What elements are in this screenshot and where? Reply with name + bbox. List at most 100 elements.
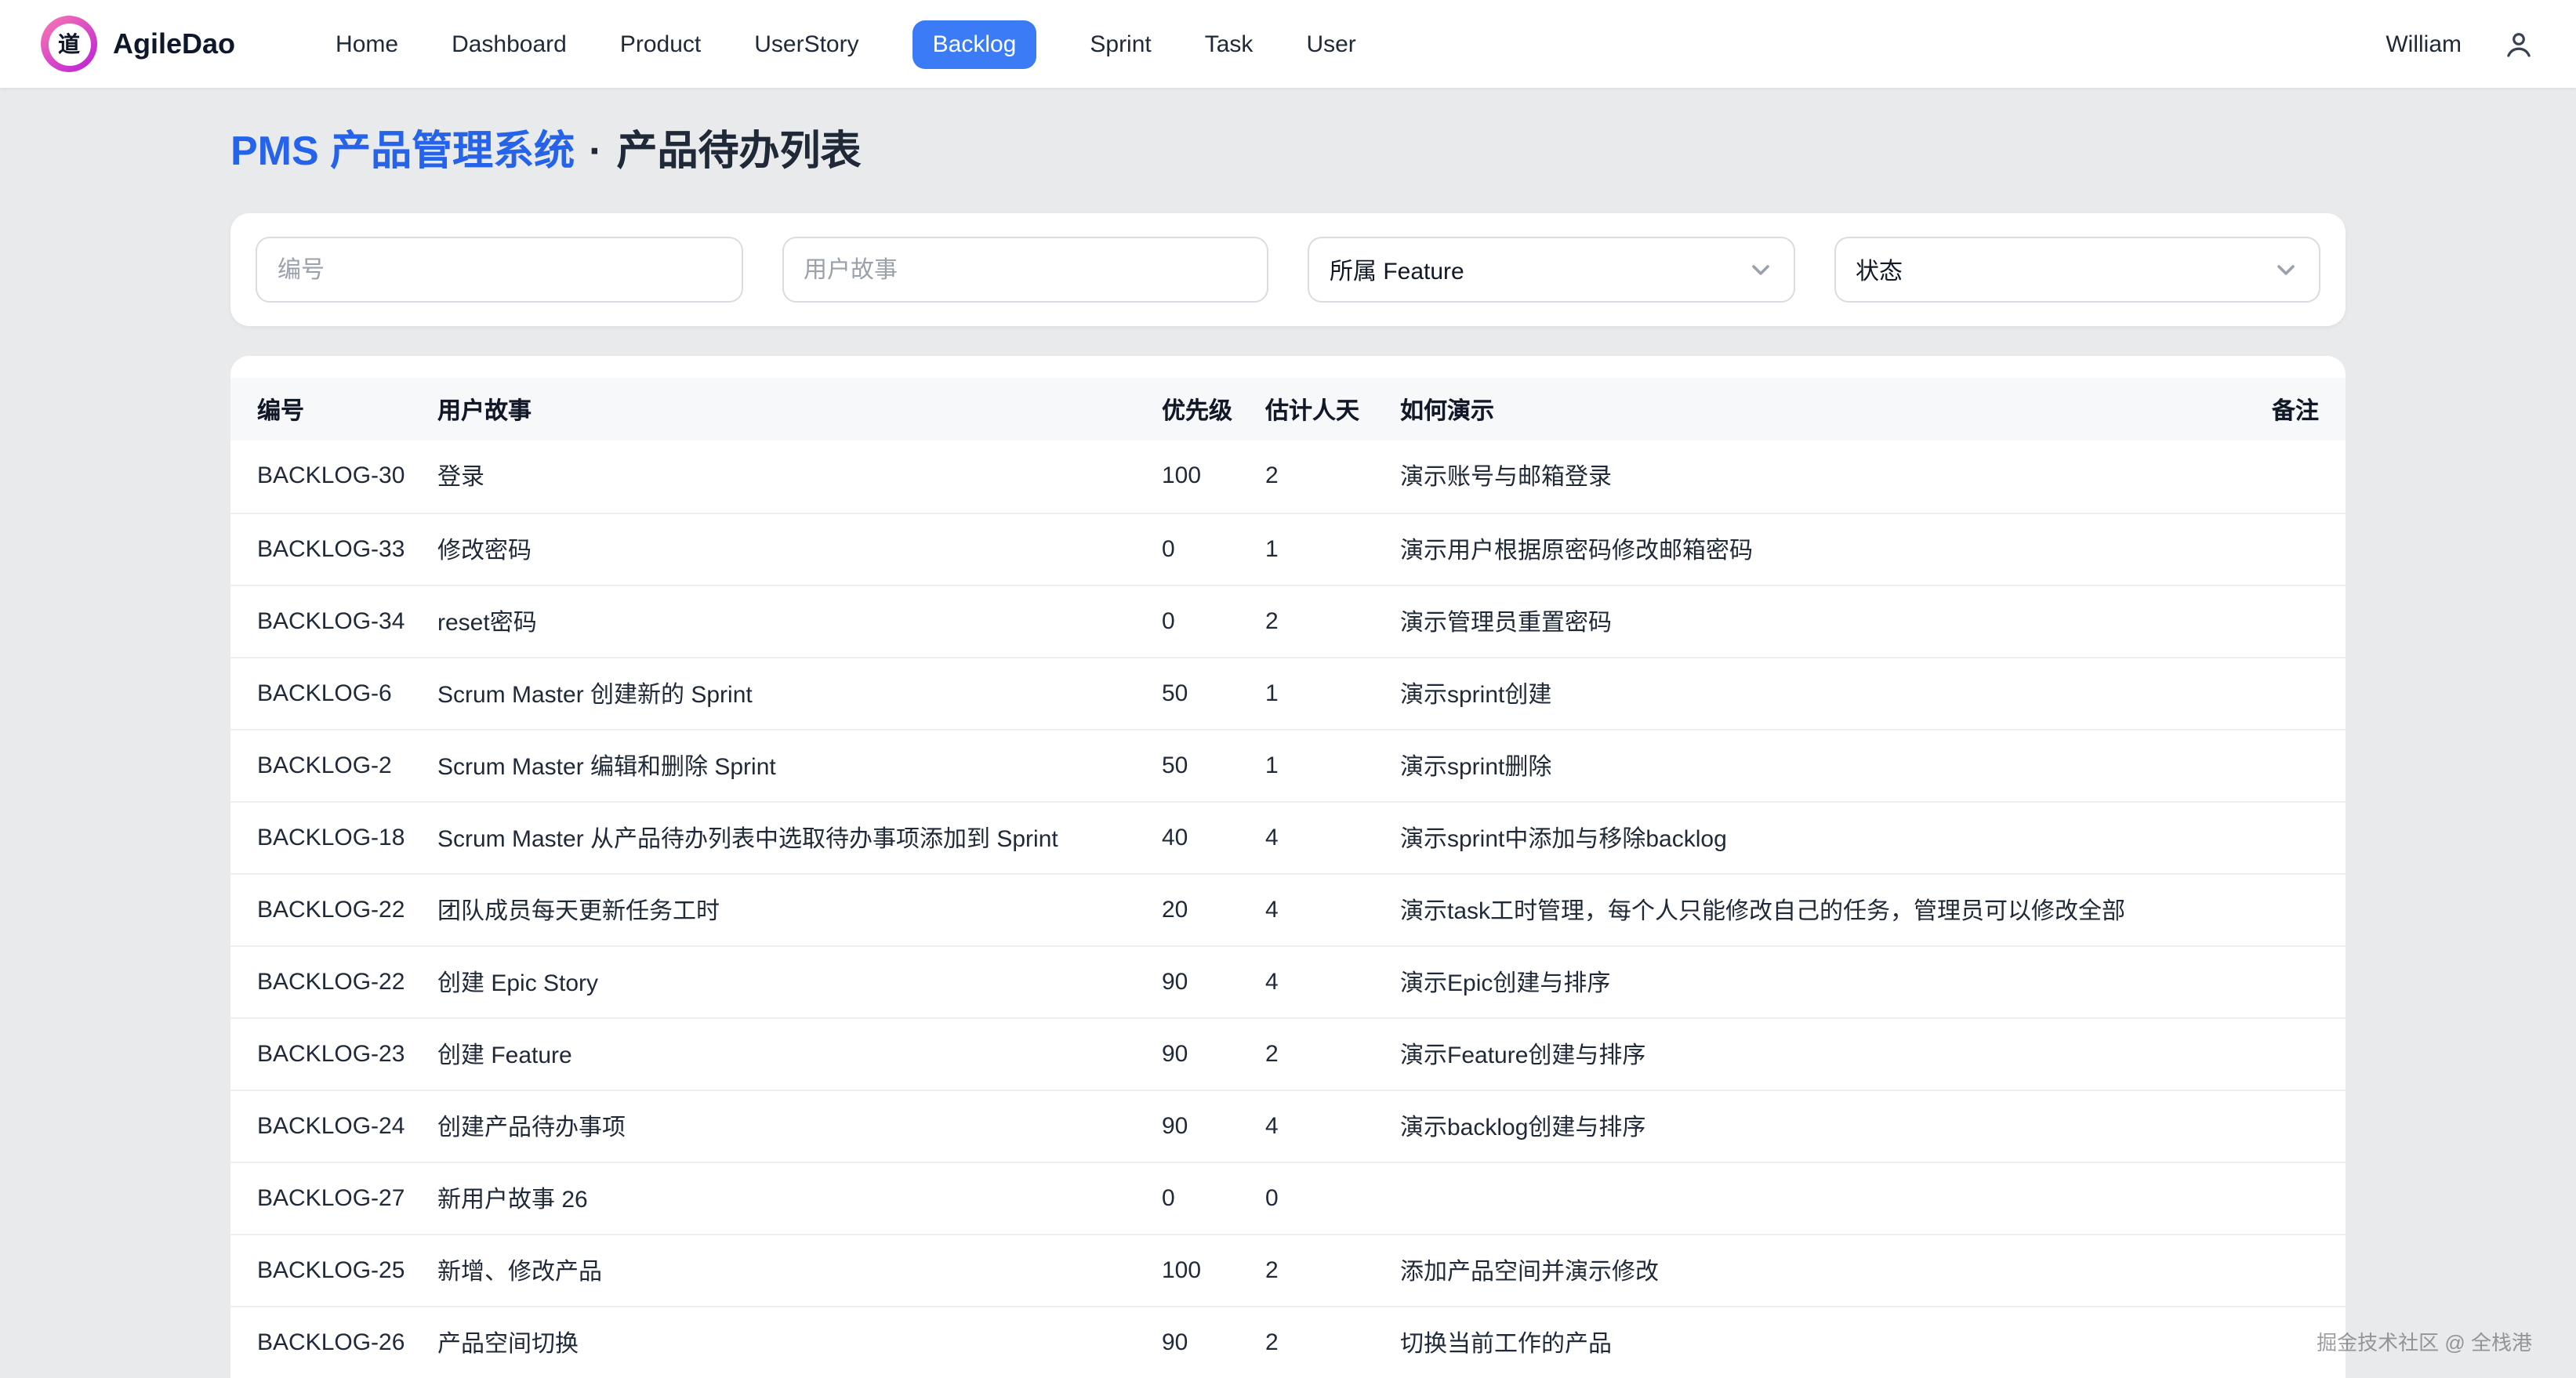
nav-item-dashboard[interactable]: Dashboard (452, 20, 567, 68)
filter-feature-select-value: 所属 Feature (1330, 253, 1464, 286)
cell-priority: 0 (1162, 1162, 1265, 1234)
cell-demo: 演示sprint删除 (1400, 729, 2247, 801)
topbar-right: William (2386, 27, 2535, 60)
filter-story-input[interactable] (804, 256, 1246, 283)
table-row[interactable]: BACKLOG-33修改密码01演示用户根据原密码修改邮箱密码 (230, 513, 2346, 585)
table-row[interactable]: BACKLOG-23创建 Feature902演示Feature创建与排序 (230, 1017, 2346, 1090)
column-header-story: 用户故事 (437, 378, 1162, 441)
filter-feature-select[interactable]: 所属 Feature (1308, 237, 1794, 303)
table-row[interactable]: BACKLOG-2Scrum Master 编辑和删除 Sprint501演示s… (230, 729, 2346, 801)
cell-demo: 演示管理员重置密码 (1400, 585, 2247, 657)
cell-note (2247, 1017, 2346, 1090)
cell-note (2247, 513, 2346, 585)
table-row[interactable]: BACKLOG-26产品空间切换902切换当前工作的产品 (230, 1306, 2346, 1378)
table-row[interactable]: BACKLOG-22团队成员每天更新任务工时204演示task工时管理，每个人只… (230, 873, 2346, 945)
cell-note (2247, 801, 2346, 873)
cell-priority: 40 (1162, 801, 1265, 873)
nav-item-task[interactable]: Task (1205, 20, 1254, 68)
table-row[interactable]: BACKLOG-18Scrum Master 从产品待办列表中选取待办事项添加到… (230, 801, 2346, 873)
cell-id: BACKLOG-27 (230, 1162, 437, 1234)
cell-story: 创建产品待办事项 (437, 1090, 1162, 1162)
filter-id-field (256, 237, 742, 303)
cell-priority: 90 (1162, 1017, 1265, 1090)
nav-item-backlog[interactable]: Backlog (912, 20, 1037, 68)
cell-priority: 50 (1162, 657, 1265, 729)
cell-priority: 50 (1162, 729, 1265, 801)
filter-bar: 所属 Feature 状态 (230, 213, 2346, 326)
table-row[interactable]: BACKLOG-6Scrum Master 创建新的 Sprint501演示sp… (230, 657, 2346, 729)
cell-priority: 100 (1162, 441, 1265, 513)
cell-demo: 演示task工时管理，每个人只能修改自己的任务，管理员可以修改全部 (1400, 873, 2247, 945)
table-row[interactable]: BACKLOG-34reset密码02演示管理员重置密码 (230, 585, 2346, 657)
table-row[interactable]: BACKLOG-25新增、修改产品1002添加产品空间并演示修改 (230, 1234, 2346, 1306)
table-row[interactable]: BACKLOG-30登录1002演示账号与邮箱登录 (230, 441, 2346, 513)
watermark: 掘金技术社区 @ 全栈港 (2317, 1326, 2532, 1356)
cell-priority: 90 (1162, 1306, 1265, 1378)
cell-days: 2 (1265, 1017, 1400, 1090)
cell-demo: 演示sprint中添加与移除backlog (1400, 801, 2247, 873)
cell-note (2247, 657, 2346, 729)
table-row[interactable]: BACKLOG-27新用户故事 2600 (230, 1162, 2346, 1234)
cell-days: 4 (1265, 873, 1400, 945)
nav-item-home[interactable]: Home (336, 20, 398, 68)
cell-days: 4 (1265, 801, 1400, 873)
cell-days: 1 (1265, 657, 1400, 729)
current-user-name[interactable]: William (2386, 31, 2462, 57)
cell-demo: 演示Feature创建与排序 (1400, 1017, 2247, 1090)
column-header-id: 编号 (230, 378, 437, 441)
cell-id: BACKLOG-33 (230, 513, 437, 585)
brand-name: AgileDao (113, 27, 235, 60)
cell-story: Scrum Master 编辑和删除 Sprint (437, 729, 1162, 801)
nav-item-sprint[interactable]: Sprint (1090, 20, 1151, 68)
brand-logo-glyph: 道 (48, 23, 90, 65)
cell-days: 2 (1265, 585, 1400, 657)
chevron-down-icon (1747, 257, 1772, 282)
column-header-days: 估计人天 (1265, 378, 1400, 441)
table-row[interactable]: BACKLOG-22创建 Epic Story904演示Epic创建与排序 (230, 945, 2346, 1017)
cell-id: BACKLOG-6 (230, 657, 437, 729)
nav-item-user[interactable]: User (1306, 20, 1355, 68)
cell-days: 2 (1265, 441, 1400, 513)
cell-story: 创建 Epic Story (437, 945, 1162, 1017)
cell-priority: 0 (1162, 513, 1265, 585)
cell-days: 4 (1265, 945, 1400, 1017)
page-title-section: 产品待办列表 (617, 119, 862, 177)
cell-priority: 90 (1162, 1090, 1265, 1162)
page-title: PMS 产品管理系统 · 产品待办列表 (230, 119, 2346, 176)
filter-status-select[interactable]: 状态 (1834, 237, 2320, 303)
cell-story: 登录 (437, 441, 1162, 513)
cell-id: BACKLOG-30 (230, 441, 437, 513)
backlog-table-body: BACKLOG-30登录1002演示账号与邮箱登录BACKLOG-33修改密码0… (230, 441, 2346, 1378)
cell-story: Scrum Master 创建新的 Sprint (437, 657, 1162, 729)
cell-note (2247, 1234, 2346, 1306)
cell-days: 2 (1265, 1234, 1400, 1306)
brand-logo-icon: 道 (41, 16, 97, 72)
cell-story: 新用户故事 26 (437, 1162, 1162, 1234)
cell-note (2247, 1162, 2346, 1234)
nav-item-userstory[interactable]: UserStory (754, 20, 858, 68)
cell-note (2247, 1306, 2346, 1378)
backlog-table: 编号 用户故事 优先级 估计人天 如何演示 备注 BACKLOG-30登录100… (230, 378, 2346, 1378)
main-content: PMS 产品管理系统 · 产品待办列表 所属 Feature (0, 88, 2576, 1378)
top-navigation-bar: 道 AgileDao Home Dashboard Product UserStory… (0, 0, 2576, 88)
table-row[interactable]: BACKLOG-24创建产品待办事项904演示backlog创建与排序 (230, 1090, 2346, 1162)
cell-id: BACKLOG-24 (230, 1090, 437, 1162)
cell-id: BACKLOG-22 (230, 873, 437, 945)
cell-note (2247, 945, 2346, 1017)
cell-note (2247, 873, 2346, 945)
nav-item-product[interactable]: Product (620, 20, 701, 68)
cell-demo: 添加产品空间并演示修改 (1400, 1234, 2247, 1306)
cell-demo: 演示用户根据原密码修改邮箱密码 (1400, 513, 2247, 585)
page-title-separator: · (589, 127, 602, 176)
cell-priority: 0 (1162, 585, 1265, 657)
filter-id-input[interactable] (278, 256, 720, 283)
cell-story: 新增、修改产品 (437, 1234, 1162, 1306)
chevron-down-icon (2273, 257, 2298, 282)
cell-priority: 100 (1162, 1234, 1265, 1306)
cell-story: Scrum Master 从产品待办列表中选取待办事项添加到 Sprint (437, 801, 1162, 873)
cell-priority: 90 (1162, 945, 1265, 1017)
column-header-priority: 优先级 (1162, 378, 1265, 441)
user-profile-icon[interactable] (2502, 27, 2535, 60)
cell-id: BACKLOG-18 (230, 801, 437, 873)
cell-days: 2 (1265, 1306, 1400, 1378)
